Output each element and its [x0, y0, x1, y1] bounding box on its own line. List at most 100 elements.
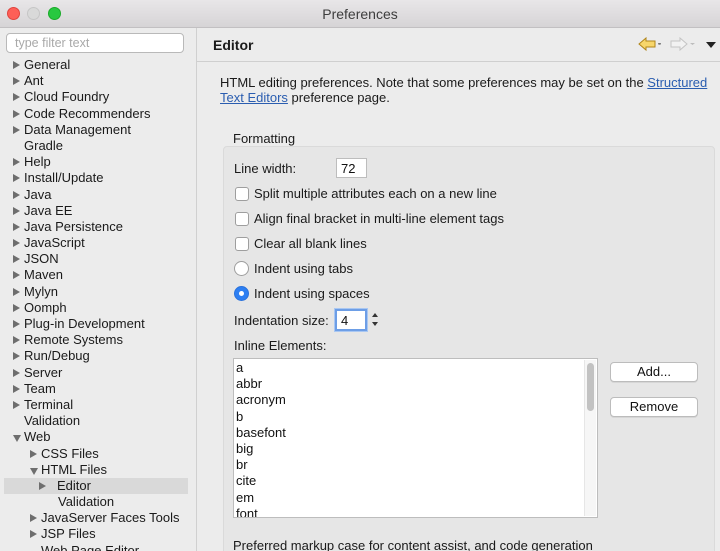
view-menu-chevron-down-icon[interactable]	[706, 42, 716, 48]
tree-item[interactable]: Java	[0, 187, 196, 203]
tree-item[interactable]: JSP Files	[0, 526, 196, 542]
tree-item[interactable]: Mylyn	[0, 284, 196, 300]
editor-preference-page: Editor HTML editing preferences. Note th…	[197, 28, 720, 551]
disclosure-closed-icon[interactable]	[13, 222, 20, 231]
disclosure-closed-icon[interactable]	[13, 320, 20, 328]
indentation-size-stepper[interactable]	[370, 310, 381, 330]
tree-item[interactable]: Java Persistence	[0, 219, 196, 235]
list-item[interactable]: big	[236, 441, 253, 457]
disclosure-closed-icon[interactable]	[13, 368, 20, 377]
disclosure-closed-icon[interactable]	[13, 384, 20, 393]
tree-item[interactable]: Data Management	[0, 122, 196, 138]
forward-arrow-icon[interactable]	[670, 37, 696, 53]
back-arrow-icon[interactable]	[638, 37, 664, 53]
clear-blank-lines-checkbox[interactable]	[235, 237, 249, 251]
list-scrollbar[interactable]	[584, 360, 596, 516]
list-item[interactable]: br	[236, 457, 248, 473]
list-item[interactable]: a	[236, 360, 243, 376]
tree-item[interactable]: CSS Files	[0, 446, 196, 462]
list-item[interactable]: b	[236, 409, 243, 425]
tree-item[interactable]: JSON	[0, 251, 196, 267]
list-item[interactable]: abbr	[236, 376, 262, 392]
list-item[interactable]: font	[236, 506, 258, 517]
line-width-field[interactable]	[336, 158, 367, 178]
tree-item-label: Mylyn	[24, 283, 58, 299]
tree-item-label: Code Recommenders	[24, 105, 151, 121]
align-bracket-checkbox[interactable]	[235, 212, 249, 226]
disclosure-closed-icon[interactable]	[13, 190, 20, 199]
tree-item[interactable]: Install/Update	[0, 170, 196, 186]
disclosure-closed-icon[interactable]	[13, 303, 20, 312]
align-bracket-label: Align final bracket in multi-line elemen…	[254, 211, 505, 226]
tree-item[interactable]: Gradle	[0, 138, 196, 154]
disclosure-closed-icon[interactable]	[13, 158, 20, 167]
disclosure-closed-icon[interactable]	[13, 400, 20, 409]
tree-item[interactable]: Team	[0, 381, 196, 397]
list-item[interactable]: em	[236, 490, 254, 506]
tree-item[interactable]: JavaScript	[0, 235, 196, 251]
disclosure-open-icon[interactable]	[13, 435, 21, 443]
tree-item[interactable]: Remote Systems	[0, 332, 196, 348]
tree-item[interactable]: Maven	[0, 267, 196, 283]
tree-item-label: Plug-in Development	[24, 316, 145, 331]
split-attributes-checkbox[interactable]	[235, 187, 249, 201]
tree-item[interactable]: General	[0, 57, 196, 73]
remove-button[interactable]: Remove	[610, 397, 698, 417]
preference-tree-pane: GeneralAntCloud FoundryCode Recommenders…	[0, 28, 196, 551]
disclosure-closed-icon[interactable]	[13, 93, 20, 102]
disclosure-closed-icon[interactable]	[30, 514, 37, 523]
add-button[interactable]: Add...	[610, 362, 698, 382]
disclosure-closed-icon[interactable]	[13, 336, 20, 345]
tree-item[interactable]: Run/Debug	[0, 348, 196, 364]
disclosure-open-icon[interactable]	[30, 467, 38, 475]
disclosure-closed-icon[interactable]	[13, 125, 20, 134]
tree-item-label: Web	[24, 429, 51, 445]
indentation-size-field[interactable]	[335, 309, 367, 331]
tree-item[interactable]: Java EE	[0, 203, 196, 219]
tree-item[interactable]: Plug-in Development	[0, 316, 196, 332]
markup-case-label: Preferred markup case for content assist…	[233, 538, 593, 551]
disclosure-closed-icon[interactable]	[13, 61, 20, 69]
indent-spaces-radio[interactable]	[234, 286, 249, 301]
window-title: Preferences	[322, 6, 398, 22]
filter-input[interactable]	[6, 33, 184, 53]
tree-item[interactable]: Oomph	[0, 300, 196, 316]
disclosure-closed-icon[interactable]	[30, 530, 37, 539]
disclosure-closed-icon[interactable]	[30, 449, 37, 458]
tree-item[interactable]: Validation	[0, 413, 196, 429]
tree-item[interactable]: Web	[0, 429, 196, 445]
tree-item[interactable]: Help	[0, 154, 196, 170]
tree-item[interactable]: HTML Files	[0, 462, 196, 478]
disclosure-closed-icon[interactable]	[13, 239, 20, 248]
tree-item[interactable]: Code Recommenders	[0, 106, 196, 122]
disclosure-closed-icon[interactable]	[13, 255, 20, 264]
tree-item-label: Terminal	[24, 396, 74, 412]
list-scrollbar-thumb[interactable]	[587, 363, 594, 411]
disclosure-closed-icon[interactable]	[13, 287, 20, 296]
tree-item-label: CSS Files	[41, 445, 99, 461]
tree-item[interactable]: Terminal	[0, 397, 196, 413]
list-item[interactable]: acronym	[236, 392, 286, 408]
tree-item[interactable]: Web Page Editor	[0, 543, 196, 551]
disclosure-closed-icon[interactable]	[13, 109, 20, 118]
inline-elements-list[interactable]: a abbr acronym b basefont big br cite em font	[233, 358, 598, 518]
indent-tabs-radio[interactable]	[234, 261, 249, 276]
tree-item-label: Validation	[24, 413, 81, 429]
tree-item-label: Data Management	[24, 121, 131, 137]
disclosure-closed-icon[interactable]	[13, 352, 20, 361]
disclosure-closed-icon[interactable]	[13, 271, 20, 280]
stepper-up-icon[interactable]	[372, 313, 378, 317]
list-item[interactable]: basefont	[236, 425, 286, 441]
stepper-down-icon[interactable]	[372, 322, 378, 326]
disclosure-closed-icon[interactable]	[13, 77, 20, 86]
disclosure-closed-icon[interactable]	[13, 206, 20, 215]
tree-item[interactable]: JavaServer Faces Tools	[0, 510, 196, 526]
tree-item[interactable]: Server	[0, 365, 196, 381]
list-item[interactable]: cite	[236, 473, 256, 489]
disclosure-closed-icon[interactable]	[13, 174, 20, 183]
tree-item[interactable]: Validation	[0, 494, 196, 510]
disclosure-closed-icon[interactable]	[39, 481, 46, 490]
tree-item[interactable]: Cloud Foundry	[0, 89, 196, 105]
tree-item[interactable]: Editor	[4, 477, 188, 495]
tree-item[interactable]: Ant	[0, 73, 196, 89]
